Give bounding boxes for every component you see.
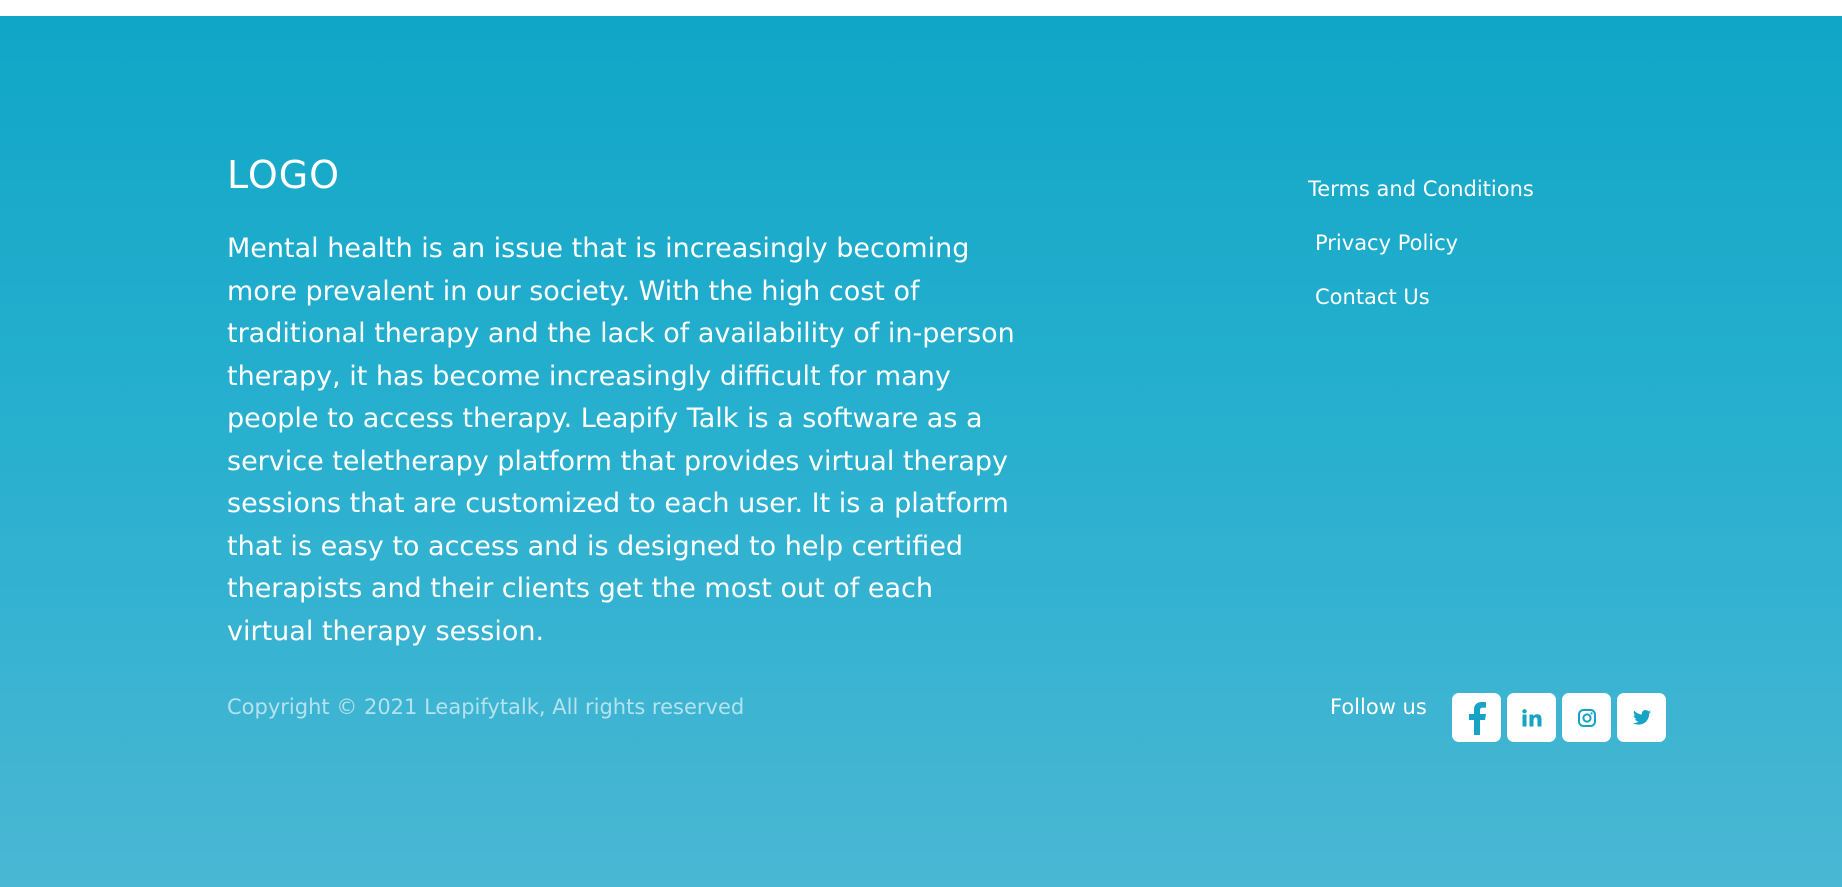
linkedin-button[interactable] xyxy=(1507,693,1556,742)
social-links xyxy=(1452,693,1666,742)
terms-link[interactable]: Terms and Conditions xyxy=(1308,162,1534,216)
facebook-button[interactable] xyxy=(1452,693,1501,742)
twitter-icon xyxy=(1632,710,1651,725)
footer-logo[interactable]: LOGO xyxy=(227,156,340,194)
top-strip xyxy=(0,0,1842,16)
privacy-link[interactable]: Privacy Policy xyxy=(1308,216,1534,270)
twitter-button[interactable] xyxy=(1617,693,1666,742)
about-text: Mental health is an issue that is increa… xyxy=(227,233,1015,647)
copyright-text: Copyright © 2021 Leapifytalk, All rights… xyxy=(227,695,745,719)
follow-us-label: Follow us xyxy=(1330,695,1427,719)
footer-links: Terms and Conditions Privacy Policy Cont… xyxy=(1308,162,1534,324)
site-footer: LOGO Mental health is an issue that is i… xyxy=(0,16,1842,887)
linkedin-icon xyxy=(1521,708,1542,727)
contact-link[interactable]: Contact Us xyxy=(1308,270,1534,324)
facebook-icon xyxy=(1468,701,1486,735)
instagram-button[interactable] xyxy=(1562,693,1611,742)
instagram-icon xyxy=(1577,708,1596,727)
